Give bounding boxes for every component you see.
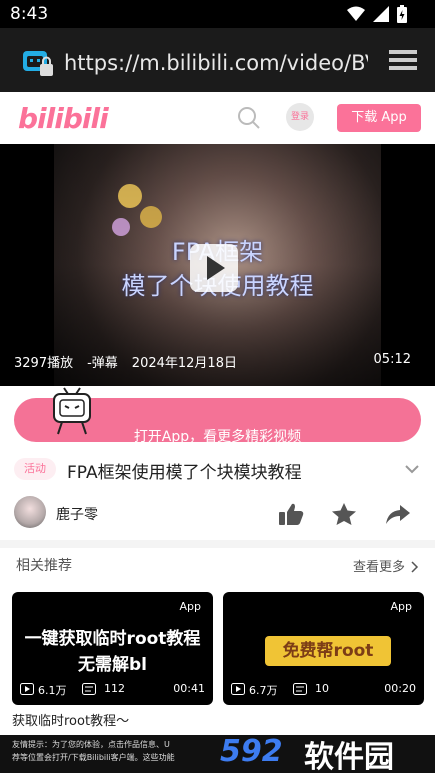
play-count-icon (231, 683, 245, 695)
danmaku-icon (293, 683, 307, 695)
video-title-row[interactable]: 活动 FPA框架使用模了个块模块教程 (0, 452, 435, 490)
signal-icon (373, 6, 389, 22)
play-count-icon (20, 683, 34, 695)
recommend-header: 相关推荐 查看更多 (0, 553, 435, 577)
video-title: FPA框架使用模了个块模块教程 (67, 463, 302, 483)
share-icon[interactable] (385, 502, 411, 526)
play-icon[interactable] (190, 244, 238, 292)
card-stats: 6.1万 112 00:41 (20, 681, 205, 697)
activity-tag[interactable]: 活动 (14, 458, 56, 480)
download-app-button[interactable]: 下载 App (337, 104, 421, 132)
site-icon (23, 51, 53, 76)
url-field[interactable]: https://m.bilibili.com/video/BV1 (64, 48, 368, 78)
author-row: 鹿子零 (0, 494, 435, 538)
card-stats: 6.7万 10 00:20 (231, 681, 416, 697)
author-name[interactable]: 鹿子零 (56, 504, 98, 524)
status-time: 8:43 (10, 4, 49, 24)
tabs-menu-icon[interactable] (389, 48, 419, 74)
site-header: bilibili 登录 下载 App (0, 92, 435, 144)
danmaku-icon (82, 683, 96, 695)
wifi-icon (347, 6, 365, 21)
card-danmaku: 112 (104, 682, 125, 695)
watermark-number: 592 (220, 735, 283, 769)
card-title-line2: 无需解bl (78, 655, 147, 675)
recommend-title: 相关推荐 (16, 558, 72, 574)
chevron-down-icon[interactable] (405, 464, 419, 474)
video-duration: 05:12 (373, 352, 411, 367)
card-duration: 00:41 (173, 682, 205, 695)
card-duration: 00:20 (384, 682, 416, 695)
watermark-text: 软件园 (304, 740, 394, 773)
browser-url-bar: https://m.bilibili.com/video/BV1 (0, 28, 435, 92)
battery-icon (397, 5, 407, 23)
publish-date: 2024年12月18日 (131, 356, 237, 371)
chevron-right-icon[interactable] (411, 561, 419, 573)
card-plays: 6.7万 (249, 684, 278, 697)
card-caption[interactable]: 获取临时root教程～ (12, 710, 129, 729)
search-icon[interactable] (237, 106, 261, 130)
section-divider (0, 540, 435, 548)
app-tag: App (179, 600, 202, 613)
video-player[interactable]: FPA框架 模了个块使用教程 3297播放 -弹幕 2024年12月18日 05… (0, 144, 435, 386)
tv-mascot-icon (53, 387, 91, 435)
status-icons (347, 5, 407, 23)
status-bar: 8:43 (0, 0, 435, 28)
favorite-icon[interactable] (331, 502, 357, 526)
card-title-line1: 一键获取临时root教程 (24, 629, 201, 649)
play-count: 3297播放 (14, 356, 74, 371)
see-more-link[interactable]: 查看更多 (353, 556, 405, 575)
watermark: 592 软件园 (212, 735, 435, 773)
card-title-line1: 免费帮root (265, 636, 391, 666)
login-button[interactable]: 登录 (286, 103, 314, 131)
danmaku-count: -弹幕 (87, 356, 118, 371)
card-danmaku: 10 (315, 682, 329, 695)
bilibili-logo[interactable]: bilibili (18, 102, 109, 135)
recommend-card[interactable]: App 免费帮root 6.7万 10 00:20 (223, 592, 424, 705)
recommend-card[interactable]: App 一键获取临时root教程 无需解bl 6.1万 112 00:41 (12, 592, 213, 705)
like-icon[interactable] (278, 502, 304, 526)
footer-banner: 友情提示：为了您的体验，点击作品信息、U 荐等位置会打开/下载Bilibili客… (0, 735, 435, 773)
avatar[interactable] (14, 496, 46, 528)
card-plays: 6.1万 (38, 684, 67, 697)
app-tag: App (390, 600, 413, 613)
video-meta: 3297播放 -弹幕 2024年12月18日 (14, 352, 237, 371)
